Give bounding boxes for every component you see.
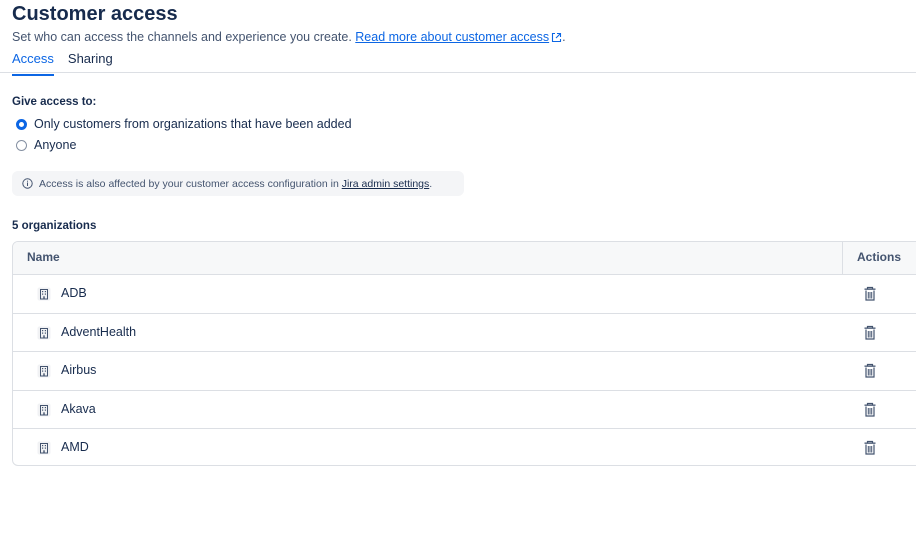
trash-icon[interactable]	[863, 363, 877, 379]
trash-icon[interactable]	[863, 402, 877, 418]
external-link-icon	[551, 31, 562, 47]
building-icon	[37, 326, 51, 340]
organization-name: Akava	[61, 401, 96, 416]
page-subtitle: Set who can access the channels and expe…	[12, 29, 566, 47]
radio-option-anyone[interactable]: Anyone	[16, 137, 76, 153]
radio-label: Anyone	[34, 138, 77, 152]
trash-icon[interactable]	[863, 325, 877, 341]
building-icon	[37, 403, 51, 417]
column-header-name: Name	[27, 250, 60, 264]
info-text: Access is also affected by your customer…	[39, 177, 339, 190]
jira-admin-settings-link[interactable]: Jira admin settings	[342, 178, 430, 190]
organization-name: AMD	[61, 440, 89, 454]
tab-access[interactable]: Access	[12, 50, 54, 76]
building-icon	[37, 441, 51, 455]
trash-icon[interactable]	[863, 286, 877, 302]
organizations-count: 5 organizations	[12, 220, 97, 232]
info-icon	[22, 178, 33, 189]
organization-name: Airbus	[61, 363, 97, 377]
radio-button[interactable]	[16, 139, 27, 151]
table-row: AdventHealth	[13, 314, 916, 352]
info-suffix: .	[429, 177, 433, 190]
table-row: AMD	[13, 429, 916, 465]
table-row: Airbus	[13, 352, 916, 391]
tab-list: Access Sharing	[12, 50, 113, 76]
organization-name: ADB	[61, 286, 87, 300]
radio-option-added-orgs[interactable]: Only customers from organizations that h…	[16, 116, 352, 132]
tab-sharing[interactable]: Sharing	[68, 50, 113, 72]
radio-label: Only customers from organizations that h…	[34, 117, 352, 131]
page-title: Customer access	[12, 3, 178, 25]
organizations-table: Name Actions ADB AdventHealth Airbus Aka…	[12, 241, 916, 466]
building-icon	[37, 364, 51, 378]
organization-name: AdventHealth	[61, 324, 137, 339]
building-icon	[37, 287, 51, 301]
radio-button-selected[interactable]	[16, 118, 27, 130]
table-header: Name Actions	[13, 242, 916, 275]
read-more-link-label: Read more about customer access	[355, 30, 550, 44]
give-access-heading: Give access to:	[12, 96, 97, 108]
read-more-link[interactable]: Read more about customer access	[355, 30, 562, 44]
column-divider	[842, 242, 843, 274]
column-header-actions: Actions	[857, 250, 902, 264]
subtitle-text: Set who can access the channels and expe…	[12, 30, 352, 44]
info-message: Access is also affected by your customer…	[12, 171, 464, 196]
table-row: Akava	[13, 391, 916, 429]
table-row: ADB	[13, 275, 916, 314]
tabs-divider	[0, 72, 916, 73]
trash-icon[interactable]	[863, 440, 877, 456]
